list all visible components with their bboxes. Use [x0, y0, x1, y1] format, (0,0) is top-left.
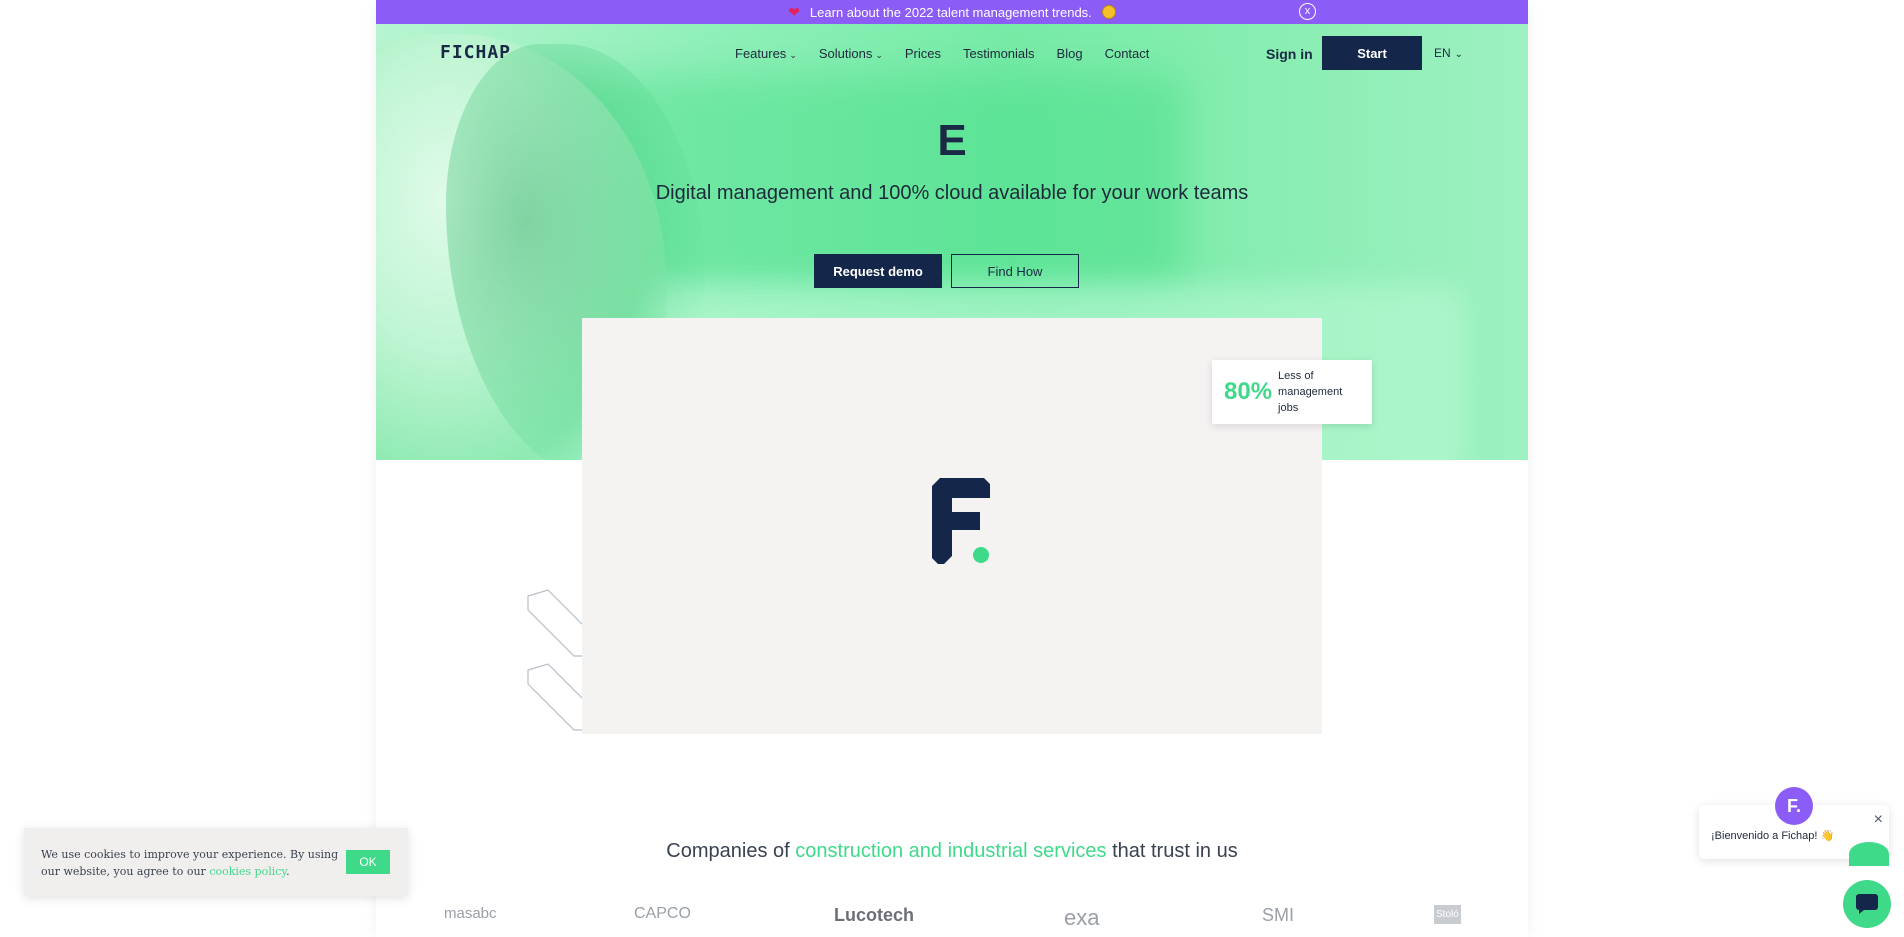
chevron-down-icon: ⌄	[789, 50, 797, 60]
header-nav: FICHAP Features ⌄ Solutions ⌄ Prices Testi…	[376, 24, 1528, 84]
request-demo-button[interactable]: Request demo	[814, 254, 942, 288]
hero-title: E	[937, 116, 967, 165]
fichap-logo[interactable]: FICHAP	[440, 42, 511, 63]
site-container: ❤ Learn about the 2022 talent management…	[376, 0, 1528, 937]
announcement-bar: ❤ Learn about the 2022 talent management…	[376, 0, 1528, 24]
companies-heading-suffix: that trust in us	[1106, 840, 1238, 862]
stat-card: 80% Less of management jobs	[1212, 360, 1372, 424]
chat-avatar: F.	[1775, 787, 1813, 825]
close-announcement-button[interactable]: x	[1299, 3, 1316, 20]
chevron-down-icon: ⌄	[1454, 49, 1464, 60]
heart-icon: ❤	[788, 3, 800, 20]
announcement-text[interactable]: Learn about the 2022 talent management t…	[810, 5, 1092, 20]
close-chat-bubble-icon[interactable]: ×	[1874, 811, 1883, 829]
client-logo-masabc: masabc	[444, 905, 497, 922]
product-video[interactable]	[582, 318, 1322, 734]
cookie-banner: We use cookies to improve your experienc…	[24, 828, 408, 896]
client-logo-stolo: Stoló	[1434, 905, 1461, 924]
menu-item-blog[interactable]: Blog	[1057, 46, 1083, 61]
fichap-f-icon	[932, 478, 990, 564]
smile-icon	[1101, 5, 1116, 19]
stat-label: Less of management jobs	[1278, 370, 1343, 414]
find-how-button[interactable]: Find How	[951, 254, 1079, 288]
client-logo-smi: SMI	[1262, 905, 1295, 925]
hero-subtitle: Digital management and 100% cloud availa…	[655, 182, 1249, 204]
chat-widget-shadow	[1849, 842, 1889, 866]
menu-item-features[interactable]: Features ⌄	[735, 46, 797, 61]
menu-item-label: Features	[735, 46, 787, 61]
menu-item-label: Solutions	[818, 46, 873, 61]
cookie-ok-button[interactable]: OK	[346, 850, 390, 874]
sign-in-link[interactable]: Sign in	[1266, 46, 1313, 62]
menu-item-testimonials[interactable]: Testimonials	[963, 46, 1035, 61]
cookie-text: We use cookies to improve your experienc…	[41, 846, 341, 880]
companies-heading: Companies of construction and industrial…	[376, 840, 1528, 863]
client-logo-lucotech: Lucotech	[834, 905, 915, 925]
cookie-message: We use cookies to improve your experienc…	[41, 848, 339, 878]
menu-item-contact[interactable]: Contact	[1105, 46, 1150, 61]
companies-heading-prefix: Companies of	[666, 840, 796, 862]
companies-heading-highlight: construction and industrial services	[795, 840, 1107, 862]
cookie-text-end: .	[286, 865, 290, 878]
chat-welcome-message: ¡Bienvenido a Fichap! 👋	[1711, 830, 1835, 842]
main-menu: Features ⌄ Solutions ⌄ Prices Testimonials…	[735, 46, 1149, 61]
language-label: EN	[1434, 46, 1451, 60]
menu-item-prices[interactable]: Prices	[905, 46, 941, 61]
client-logo-capco: CAPCO	[634, 905, 691, 922]
start-button[interactable]: Start	[1322, 36, 1422, 70]
stat-value: 80%	[1224, 378, 1273, 405]
chat-launcher-button[interactable]	[1843, 880, 1891, 928]
menu-item-solutions[interactable]: Solutions ⌄	[819, 46, 883, 61]
cookies-policy-link[interactable]: cookies policy	[209, 865, 286, 878]
client-logos: masabc CAPCO Lucotech exa SMI Stoló	[376, 905, 1528, 935]
chat-icon	[1856, 894, 1878, 914]
chevron-down-icon: ⌄	[875, 50, 883, 60]
language-selector[interactable]: EN ⌄	[1434, 46, 1463, 60]
client-logo-exa: exa	[1064, 905, 1100, 930]
